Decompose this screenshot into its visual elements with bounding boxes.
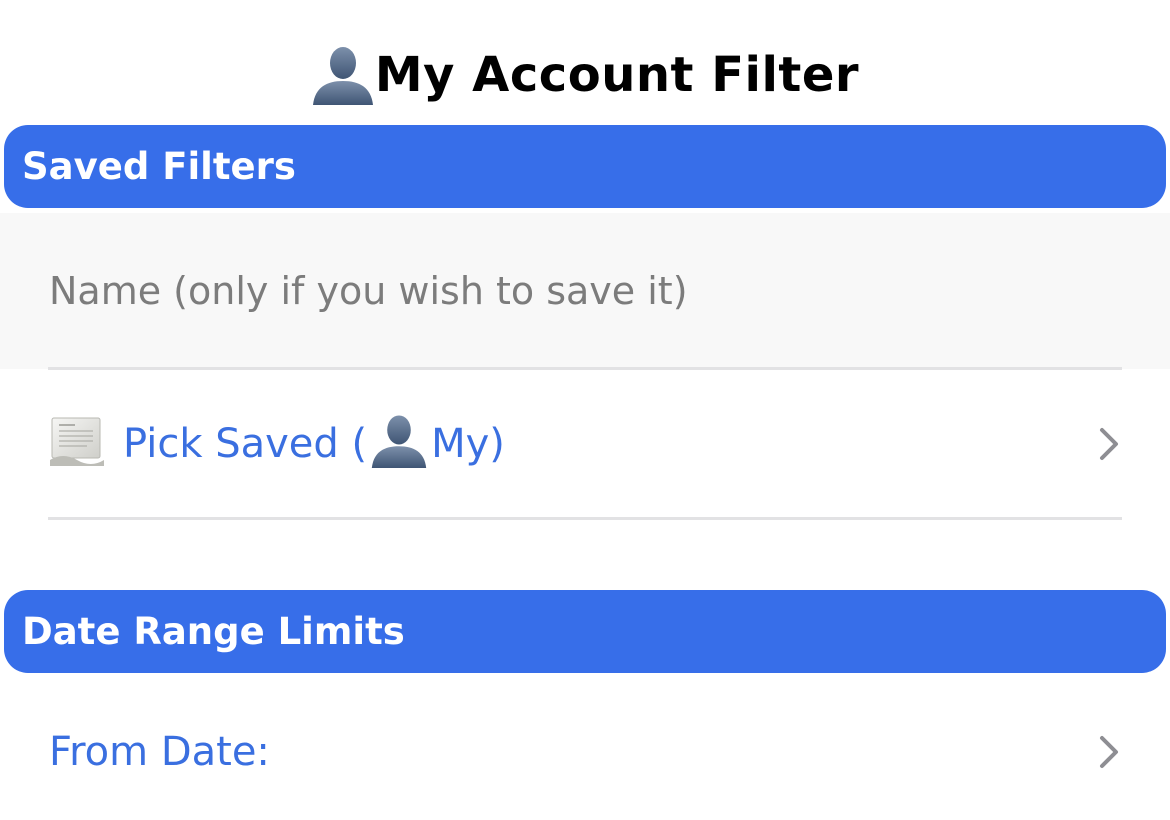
divider <box>48 517 1122 520</box>
filter-name-field[interactable] <box>0 213 1170 369</box>
person-silhouette-icon <box>369 410 429 478</box>
pick-saved-row[interactable]: Pick Saved ( My) <box>0 370 1170 518</box>
from-date-row[interactable]: From Date: <box>0 676 1170 820</box>
person-silhouette-icon <box>311 41 375 109</box>
from-date-label: From Date: <box>49 729 270 775</box>
pick-saved-label-suffix: My) <box>431 421 505 467</box>
section-header-date-range: Date Range Limits <box>4 590 1166 673</box>
account-filter-screen: My Account Filter Saved Filters Name (on… <box>0 0 1170 820</box>
page-title: My Account Filter <box>374 47 860 103</box>
pick-saved-label: Pick Saved ( My) <box>123 410 505 478</box>
chevron-right-icon <box>1098 735 1120 773</box>
title-bar: My Account Filter <box>0 38 1170 112</box>
chevron-right-icon <box>1098 427 1120 465</box>
section-header-saved-filters: Saved Filters <box>4 125 1166 208</box>
pick-saved-label-prefix: Pick Saved ( <box>123 421 368 467</box>
scroll-document-icon <box>49 416 105 472</box>
